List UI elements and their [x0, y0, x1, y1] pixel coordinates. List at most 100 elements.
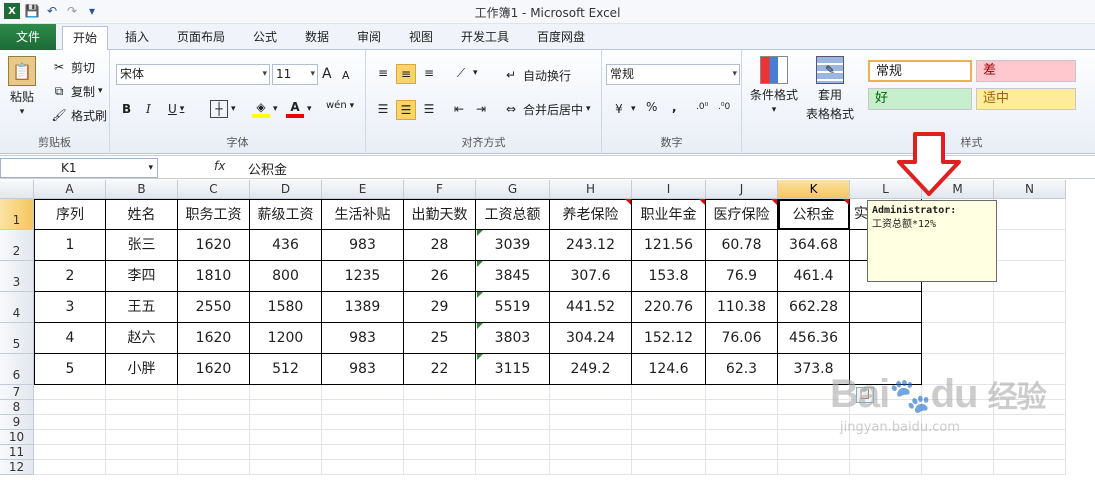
table-cell[interactable]: 1620 — [178, 323, 250, 354]
align-top-button[interactable]: ≡ — [374, 64, 392, 82]
style-bad[interactable]: 差 — [976, 60, 1076, 82]
row-header-3[interactable]: 3 — [0, 261, 34, 292]
cell[interactable] — [550, 400, 632, 415]
decrease-indent-button[interactable]: ⇤ — [450, 100, 468, 118]
cell[interactable] — [994, 230, 1066, 261]
cell[interactable] — [994, 261, 1066, 292]
table-cell[interactable]: 1580 — [250, 292, 322, 323]
cell[interactable] — [34, 430, 106, 445]
table-cell[interactable]: 512 — [250, 354, 322, 385]
table-cell[interactable]: 4 — [34, 323, 106, 354]
cell[interactable] — [632, 385, 706, 400]
cell[interactable] — [106, 400, 178, 415]
conditional-format-button[interactable]: 条件格式 ▾ — [750, 56, 798, 115]
cell[interactable] — [106, 445, 178, 460]
table-cell[interactable]: 304.24 — [550, 323, 632, 354]
column-header-f[interactable]: F — [404, 180, 476, 199]
table-cell[interactable]: 441.52 — [550, 292, 632, 323]
cell[interactable] — [404, 445, 476, 460]
align-right-button[interactable]: ☰ — [420, 100, 438, 118]
tab-insert[interactable]: 插入 — [116, 26, 158, 50]
table-cell[interactable]: 461.4 — [778, 261, 850, 292]
tab-home[interactable]: 开始 — [62, 26, 108, 51]
cell[interactable] — [706, 460, 778, 475]
column-header-c[interactable]: C — [178, 180, 250, 199]
cell[interactable] — [476, 415, 550, 430]
cell[interactable] — [922, 292, 994, 323]
cell[interactable] — [178, 460, 250, 475]
percent-button[interactable]: % — [646, 100, 657, 114]
table-cell[interactable]: 76.06 — [706, 323, 778, 354]
cell[interactable] — [106, 415, 178, 430]
cell[interactable] — [550, 385, 632, 400]
table-cell[interactable]: 2550 — [178, 292, 250, 323]
table-cell[interactable]: 436 — [250, 230, 322, 261]
cell[interactable] — [250, 445, 322, 460]
table-cell[interactable]: 1235 — [322, 261, 404, 292]
cell[interactable] — [632, 415, 706, 430]
cell[interactable] — [476, 445, 550, 460]
cell[interactable] — [778, 445, 850, 460]
table-cell[interactable]: 25 — [404, 323, 476, 354]
cell-comment[interactable]: Administrator: 工资总额*12% — [867, 200, 997, 282]
cell[interactable] — [994, 460, 1066, 475]
table-cell[interactable]: 2 — [34, 261, 106, 292]
table-cell[interactable]: 小胖 — [106, 354, 178, 385]
align-left-button[interactable]: ☰ — [374, 100, 392, 118]
cell[interactable] — [106, 385, 178, 400]
cell[interactable] — [632, 445, 706, 460]
table-cell[interactable]: 26 — [404, 261, 476, 292]
table-cell[interactable]: 124.6 — [632, 354, 706, 385]
grow-font-button[interactable]: A — [322, 66, 332, 82]
tab-file[interactable]: 文件 — [0, 24, 56, 50]
table-cell[interactable]: 60.78 — [706, 230, 778, 261]
row-header-2[interactable]: 2 — [0, 230, 34, 261]
comma-button[interactable]: , — [672, 100, 677, 114]
shrink-font-button[interactable]: A — [342, 69, 350, 82]
tab-baidu-netdisk[interactable]: 百度网盘 — [528, 26, 594, 50]
table-cell[interactable]: 307.6 — [550, 261, 632, 292]
table-cell[interactable]: 3803 — [476, 323, 550, 354]
cell[interactable] — [922, 460, 994, 475]
cell[interactable] — [178, 430, 250, 445]
table-header-cell[interactable]: 薪级工资 — [250, 199, 322, 230]
column-header-i[interactable]: I — [632, 180, 706, 199]
cell[interactable] — [632, 400, 706, 415]
cell[interactable] — [250, 385, 322, 400]
column-header-j[interactable]: J — [706, 180, 778, 199]
cell[interactable] — [994, 199, 1066, 230]
table-cell[interactable]: 662.28 — [778, 292, 850, 323]
font-color-button[interactable]: A ▾ — [286, 100, 312, 118]
table-header-cell[interactable]: 职业年金 — [632, 199, 706, 230]
active-cell-k1[interactable]: 公积金 — [778, 199, 850, 230]
formula-input[interactable]: 公积金 — [248, 159, 287, 178]
cut-button[interactable]: ✂ 剪切 — [50, 58, 95, 76]
cell[interactable] — [250, 460, 322, 475]
align-middle-button[interactable]: ≡ — [396, 64, 416, 84]
table-cell[interactable]: 5 — [34, 354, 106, 385]
cell[interactable] — [476, 460, 550, 475]
cell[interactable] — [106, 460, 178, 475]
table-cell[interactable]: 983 — [322, 230, 404, 261]
cell[interactable] — [106, 430, 178, 445]
table-cell[interactable]: 1620 — [178, 230, 250, 261]
insert-function-button[interactable]: fx — [214, 159, 225, 173]
cell[interactable] — [322, 415, 404, 430]
table-cell[interactable]: 121.56 — [632, 230, 706, 261]
cell[interactable] — [322, 445, 404, 460]
cell[interactable] — [178, 415, 250, 430]
table-cell[interactable]: 249.2 — [550, 354, 632, 385]
row-header-1[interactable]: 1 — [0, 199, 34, 230]
row-header-9[interactable]: 9 — [0, 415, 34, 430]
table-cell[interactable]: 983 — [322, 354, 404, 385]
select-all-corner[interactable] — [0, 180, 34, 199]
table-header-cell[interactable]: 医疗保险 — [706, 199, 778, 230]
row-header-5[interactable]: 5 — [0, 323, 34, 354]
style-normal[interactable]: 常规 — [868, 60, 972, 82]
cell[interactable] — [706, 400, 778, 415]
cell[interactable] — [850, 445, 922, 460]
table-cell[interactable]: 152.12 — [632, 323, 706, 354]
table-cell[interactable]: 3845 — [476, 261, 550, 292]
copy-button[interactable]: ⧉ 复制 ▾ — [50, 82, 103, 100]
cell[interactable] — [706, 385, 778, 400]
